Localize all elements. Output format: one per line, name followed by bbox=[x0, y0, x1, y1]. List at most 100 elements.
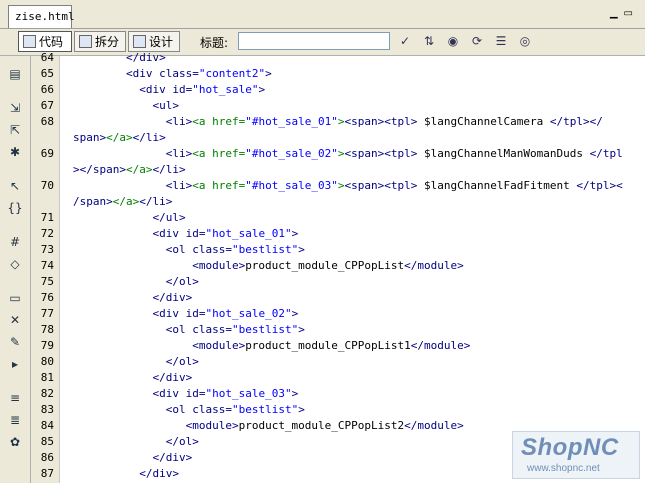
document-tab[interactable]: zise.html bbox=[8, 5, 75, 28]
document-tab-bar: zise.html ▁▭ bbox=[0, 0, 645, 29]
code-line: <module>product_module_CPPopList2</modul… bbox=[73, 419, 464, 432]
outdent-code-icon[interactable]: ≣ bbox=[7, 412, 23, 428]
code-token: </div> bbox=[73, 467, 179, 480]
code-token: > bbox=[291, 307, 299, 320]
code-token: product_module_CPPopList1 bbox=[245, 339, 411, 352]
split-view-label: 拆分 bbox=[95, 35, 120, 49]
code-line: <ol class="bestlist"> bbox=[73, 323, 305, 336]
code-token: <a href= bbox=[192, 179, 246, 192]
code-token: id= bbox=[172, 83, 193, 96]
document-tab-label: zise.html bbox=[15, 10, 75, 23]
collapse-tag-icon[interactable]: ⇲ bbox=[7, 100, 23, 116]
code-token: "hot_sale_03" bbox=[205, 387, 292, 400]
code-token: </div> bbox=[73, 371, 193, 384]
code-token: id= bbox=[185, 227, 206, 240]
code-token: $langChannelFadFitment bbox=[417, 179, 577, 192]
code-token: id= bbox=[185, 307, 206, 320]
code-token: class= bbox=[192, 323, 232, 336]
line-number: 78 bbox=[40, 323, 54, 336]
format-source-icon[interactable]: ✿ bbox=[7, 434, 23, 450]
code-line: <ol class="bestlist"> bbox=[73, 403, 305, 416]
window-controls: ▁▭ bbox=[610, 8, 639, 19]
remove-comment-icon[interactable]: ✕ bbox=[7, 312, 23, 328]
code-line: </ol> bbox=[73, 275, 199, 288]
line-number: 68 bbox=[40, 115, 54, 128]
balance-braces-icon[interactable]: {} bbox=[7, 200, 23, 216]
code-line: </ol> bbox=[73, 435, 199, 448]
validate-markup-icon[interactable]: ✓ bbox=[396, 33, 414, 49]
code-line: <div id="hot_sale"> bbox=[73, 83, 265, 96]
preview-browser-icon[interactable]: ◉ bbox=[444, 33, 462, 49]
code-token: class= bbox=[159, 67, 199, 80]
wrap-tag-icon[interactable]: ✎ bbox=[7, 334, 23, 350]
code-token: product_module_CPPopList2 bbox=[238, 419, 405, 432]
code-line: <module>product_module_CPPopList1</modul… bbox=[73, 339, 470, 352]
code-token: product_module_CPPopList bbox=[245, 259, 405, 272]
restore-icon[interactable]: ▭ bbox=[624, 8, 639, 19]
split-view-button[interactable]: 拆分 bbox=[74, 31, 126, 52]
refresh-icon[interactable]: ⟳ bbox=[468, 33, 486, 49]
code-token: class= bbox=[192, 243, 232, 256]
line-number: 74 bbox=[40, 259, 54, 272]
design-view-label: 设计 bbox=[149, 35, 174, 49]
code-token: </li> bbox=[139, 195, 173, 208]
line-number: 87 bbox=[40, 467, 54, 480]
minimize-icon[interactable]: ▁ bbox=[610, 8, 624, 19]
code-token: "hot_sale_01" bbox=[205, 227, 292, 240]
code-line: <div id="hot_sale_03"> bbox=[73, 387, 298, 400]
code-token: <module> bbox=[73, 419, 239, 432]
expand-all-icon[interactable]: ✱ bbox=[7, 144, 23, 160]
code-token: <span><tpl> bbox=[344, 115, 418, 128]
code-token: </div> bbox=[73, 51, 166, 64]
code-token: </li> bbox=[152, 163, 186, 176]
title-input[interactable] bbox=[238, 32, 390, 50]
code-token: <span><tpl> bbox=[344, 147, 418, 160]
code-token: </module> bbox=[410, 339, 471, 352]
code-line: </div> bbox=[73, 51, 166, 64]
highlight-invalid-icon[interactable]: ◇ bbox=[7, 256, 23, 272]
code-token: <div bbox=[73, 227, 186, 240]
code-token: > bbox=[337, 179, 345, 192]
line-number: 65 bbox=[40, 67, 54, 80]
code-line: </div> bbox=[73, 451, 192, 464]
code-token: class= bbox=[192, 403, 232, 416]
collapse-selection-icon[interactable]: ⇱ bbox=[7, 122, 23, 138]
watermark-url: www.shopnc.net bbox=[527, 463, 600, 474]
code-token: </a> bbox=[125, 163, 153, 176]
code-line: <li><a href="#hot_sale_01"><span><tpl> $… bbox=[73, 115, 603, 128]
indent-code-icon[interactable]: ≡ bbox=[7, 390, 23, 406]
code-token: <ul> bbox=[73, 99, 179, 112]
line-number: 64 bbox=[40, 51, 54, 64]
code-token: </div> bbox=[73, 291, 193, 304]
line-number: 86 bbox=[40, 451, 54, 464]
code-token: </ol> bbox=[73, 435, 199, 448]
code-token: "bestlist" bbox=[231, 243, 299, 256]
open-documents-icon[interactable]: ▤ bbox=[7, 66, 23, 82]
code-token: </tpl>< bbox=[576, 179, 623, 192]
code-line: <ol class="bestlist"> bbox=[73, 243, 305, 256]
line-number: 71 bbox=[40, 211, 54, 224]
code-token: </a> bbox=[112, 195, 140, 208]
select-parent-tag-icon[interactable]: ↖ bbox=[7, 178, 23, 194]
line-number: 82 bbox=[40, 387, 54, 400]
code-line: span></a></li> bbox=[73, 131, 166, 144]
line-numbers-icon[interactable]: # bbox=[7, 234, 23, 250]
file-management-icon[interactable]: ⇅ bbox=[420, 33, 438, 49]
design-view-button[interactable]: 设计 bbox=[128, 31, 180, 52]
code-line: /span></a></li> bbox=[73, 195, 172, 208]
code-token: span> bbox=[73, 131, 107, 144]
recent-snippets-icon[interactable]: ▸ bbox=[7, 356, 23, 372]
code-line: <div id="hot_sale_02"> bbox=[73, 307, 298, 320]
code-token: <module> bbox=[73, 259, 246, 272]
code-token: <div bbox=[73, 83, 173, 96]
code-token: > bbox=[298, 403, 305, 416]
code-view-label: 代码 bbox=[39, 35, 64, 49]
apply-comment-icon[interactable]: ▭ bbox=[7, 290, 23, 306]
code-token: $langChannelCamera bbox=[417, 115, 550, 128]
visual-aids-icon[interactable]: ◎ bbox=[516, 33, 534, 49]
code-token: <ol bbox=[73, 403, 193, 416]
view-options-icon[interactable]: ☰ bbox=[492, 33, 510, 49]
line-number: 79 bbox=[40, 339, 54, 352]
code-token: > bbox=[258, 83, 266, 96]
code-view-button[interactable]: 代码 bbox=[18, 31, 72, 52]
